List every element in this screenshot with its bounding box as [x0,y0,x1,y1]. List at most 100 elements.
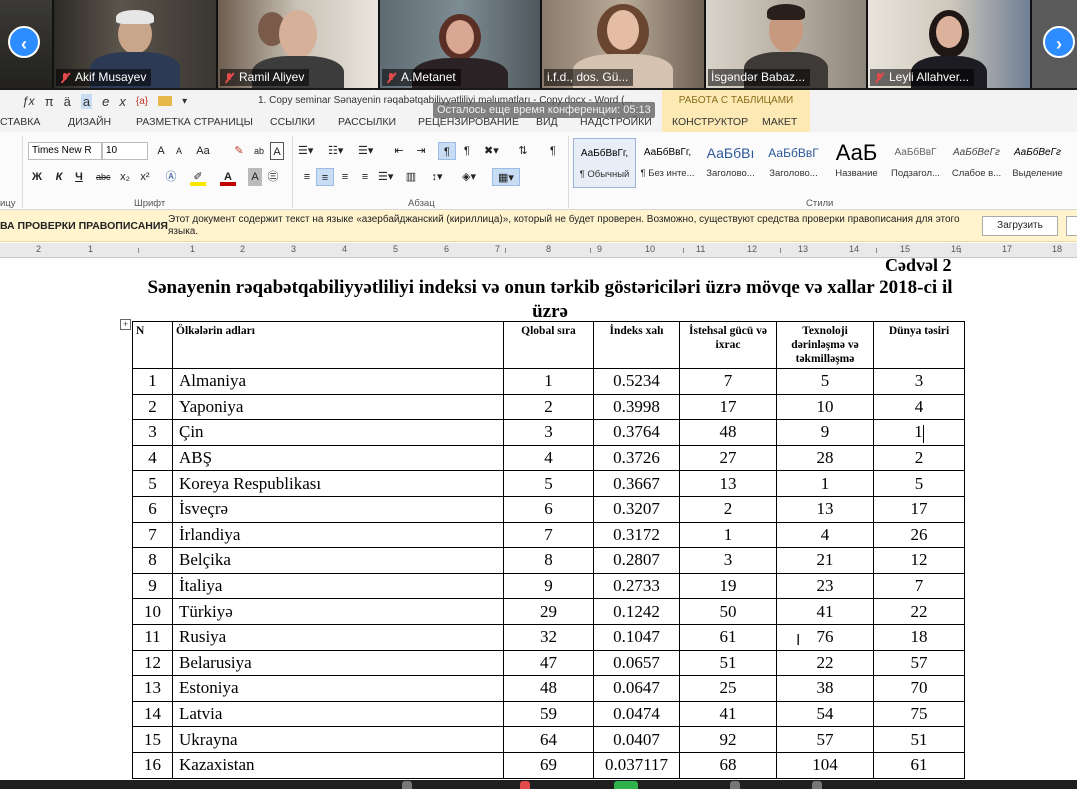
font-size-input[interactable]: 10 [102,142,148,160]
borders-icon[interactable]: ▦▾ [492,168,520,186]
cell-country[interactable]: Kazaxistan [172,751,504,779]
cell-country[interactable]: ABŞ [172,444,504,472]
cell-capacity[interactable]: 3 [679,547,777,574]
cell-index[interactable]: 0.1047 [593,623,680,651]
col-header-global-rank[interactable]: Qlobal sıra [503,321,594,369]
pi-button[interactable]: π [45,94,54,109]
line-spacing-icon[interactable]: ↕▾ [430,168,444,186]
cell-n[interactable]: 13 [132,675,173,702]
cell-index[interactable]: 0.0647 [593,675,680,702]
qat-dropdown-icon[interactable]: ▾ [182,96,187,107]
cell-global-rank[interactable]: 9 [503,572,594,600]
cell-index[interactable]: 0.2733 [593,572,680,600]
sort-icon[interactable]: ⇅ [516,142,530,160]
x-button[interactable]: x [119,94,126,109]
cell-capacity[interactable]: 41 [679,700,777,728]
numbering-icon[interactable]: ☷▾ [328,142,343,160]
video-tile-1[interactable]: Ramil Aliyev [218,0,380,88]
cell-global-rank[interactable]: 48 [503,675,594,702]
show-marks-icon[interactable]: ¶ [546,142,560,160]
cell-world-impact[interactable]: 17 [873,495,965,523]
tab-layout[interactable]: РАЗМЕТКА СТРАНИЦЫ [126,112,260,132]
align-center-icon[interactable]: ≡ [316,168,334,186]
cell-world-impact[interactable]: 26 [873,521,965,549]
cell-global-rank[interactable]: 32 [503,623,594,651]
cell-capacity[interactable]: 1 [679,521,777,549]
cell-world-impact[interactable]: 22 [873,598,965,625]
cell-capacity[interactable]: 61 [679,623,777,651]
cell-n[interactable]: 1 [132,368,173,395]
cell-capacity[interactable]: 50 [679,598,777,625]
a-button[interactable]: a [80,93,93,109]
cell-world-impact[interactable]: 18 [873,623,965,651]
cell-n[interactable]: 6 [132,495,173,523]
cell-country[interactable]: Çin [172,419,504,446]
columns-icon[interactable]: ▥ [404,168,418,186]
cell-world-impact[interactable]: 61 [873,751,965,779]
increase-indent-icon[interactable]: ⇥ [414,142,428,160]
underline-button[interactable]: Ч [72,168,86,186]
cell-capacity[interactable]: 92 [679,726,777,753]
cell-n[interactable]: 10 [132,598,173,625]
cell-n[interactable]: 8 [132,547,173,574]
col-header-country[interactable]: Ölkələrin adları [172,321,504,369]
cell-global-rank[interactable]: 3 [503,419,594,446]
cell-index[interactable]: 0.5234 [593,368,680,395]
font-name-input[interactable]: Times New R [28,142,102,160]
badge-icon[interactable] [520,781,530,789]
decrease-indent-icon[interactable]: ⇤ [392,142,406,160]
subscript-button[interactable]: x₂ [118,168,132,186]
cell-technology[interactable]: 22 [776,649,874,677]
char-shading-icon[interactable]: A [248,168,262,186]
cell-technology[interactable]: 38 [776,675,874,702]
cell-global-rank[interactable]: 7 [503,521,594,549]
cell-n[interactable]: 12 [132,649,173,677]
cell-world-impact[interactable]: 3 [873,368,965,395]
bold-button[interactable]: Ж [30,168,44,186]
cell-global-rank[interactable]: 64 [503,726,594,753]
cell-world-impact[interactable]: 4 [873,393,965,421]
cell-world-impact[interactable]: 57 [873,649,965,677]
video-tile-4[interactable]: İsgəndər Babaz... [706,0,868,88]
e-button[interactable]: e [102,94,109,109]
cell-country[interactable]: Estoniya [172,675,504,702]
shading-icon[interactable]: ◈▾ [462,168,476,186]
cell-index[interactable]: 0.3667 [593,470,680,497]
cell-global-rank[interactable]: 1 [503,368,594,395]
prev-page-button[interactable]: ‹ [8,26,40,58]
align-right-icon[interactable]: ≡ [338,168,352,186]
video-tile-2[interactable]: A.Metanet [380,0,542,88]
shrink-font-button[interactable]: A [172,142,186,160]
share-icon[interactable] [614,781,638,789]
cell-country[interactable]: Rusiya [172,623,504,651]
style-normal[interactable]: АаБбВвГг, ¶ Обычный [573,138,636,188]
cell-capacity[interactable]: 13 [679,470,777,497]
col-header-index[interactable]: İndeks xalı [593,321,680,369]
cell-n[interactable]: 16 [132,751,173,779]
cell-world-impact[interactable]: 70 [873,675,965,702]
cell-index[interactable]: 0.3764 [593,419,680,446]
cell-world-impact[interactable]: 51 [873,726,965,753]
cell-capacity[interactable]: 51 [679,649,777,677]
cell-global-rank[interactable]: 69 [503,751,594,779]
rtl-direction-icon[interactable]: ¶ [460,142,474,160]
col-header-capacity[interactable]: İstehsal gücü və ixrac [679,321,777,369]
cell-country[interactable]: İtaliya [172,572,504,600]
cell-index[interactable]: 0.1242 [593,598,680,625]
cell-technology[interactable]: 28 [776,444,874,472]
cell-index[interactable]: 0.0407 [593,726,680,753]
cell-country[interactable]: Koreya Respublikası [172,470,504,497]
cell-index[interactable]: 0.0657 [593,649,680,677]
cell-technology[interactable]: 21 [776,547,874,574]
cell-n[interactable]: 3 [132,419,173,446]
text-effects-icon[interactable]: Ⓐ [164,168,178,186]
cell-country[interactable]: Belçika [172,547,504,574]
cell-country[interactable]: Yaponiya [172,393,504,421]
cell-technology[interactable]: 57 [776,726,874,753]
col-header-world-impact[interactable]: Dünya təsiri [873,321,965,369]
font-color-icon[interactable]: A [220,168,236,186]
cell-technology[interactable]: 41 [776,598,874,625]
cell-index[interactable]: 0.3726 [593,444,680,472]
data-table[interactable]: N Ölkələrin adları Qlobal sıra İndeks xa… [132,321,965,779]
cell-n[interactable]: 15 [132,726,173,753]
